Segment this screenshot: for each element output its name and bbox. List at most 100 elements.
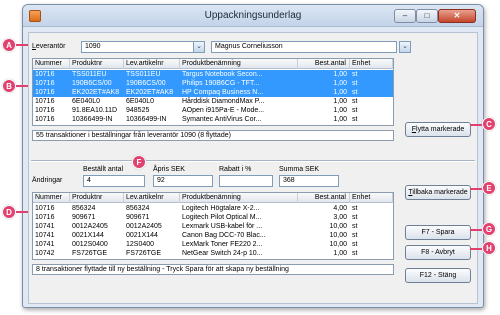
column-header[interactable]: Lev.artikelnr — [124, 59, 180, 69]
table-cell: 0021X144 — [126, 232, 158, 239]
table-row[interactable]: 10716 190B6CS/00 190B6CS/00 Philips 190B6CG… — [33, 79, 393, 88]
supplier-name-dropdown-icon[interactable]: ⌄ — [399, 41, 411, 53]
callout-line-g — [470, 229, 482, 231]
ordered-qty-field[interactable]: 4 — [83, 175, 145, 187]
column-header[interactable]: Best.antal — [298, 193, 350, 203]
supplier-code-field[interactable]: 1090 — [81, 41, 205, 53]
table-cell: 0012A2405 — [126, 223, 162, 230]
table-cell: 10716 — [35, 205, 55, 212]
table-cell: 10716 — [35, 80, 55, 87]
table-cell: st — [352, 89, 358, 96]
column-header[interactable]: Enhet — [350, 59, 393, 69]
column-header[interactable]: Produktbenämning — [180, 59, 298, 69]
table-row[interactable]: 10741 0021X144 0021X144 Canon Bag DCC-70 Bl… — [33, 231, 393, 240]
table-cell: Philips 190B6CG - TFT... — [182, 80, 260, 87]
table-cell: st — [352, 71, 358, 78]
table-cell: NetGear Switch 24-p 10... — [182, 250, 263, 257]
table-cell: 6E040L0 — [126, 98, 155, 105]
order-lines-grid[interactable]: Nummer Produktnr Lev.artikelnr Produktbe… — [32, 58, 394, 126]
table-cell: Logitech Pilot Optical M... — [182, 214, 262, 221]
callout-g-badge: G — [482, 222, 496, 236]
table-cell: TSS011EU — [72, 71, 107, 78]
sum-field[interactable]: 368 — [279, 175, 339, 187]
callout-line-a — [14, 44, 28, 46]
supplier-name-field[interactable]: Magnus Corneliusson — [211, 41, 397, 53]
table-row[interactable]: 10716 6E040L0 6E040L0 Hårddisk DiamondMax P… — [33, 97, 393, 106]
table-cell: st — [352, 205, 358, 212]
callout-line-b — [14, 85, 28, 87]
column-header[interactable]: Produktnr — [70, 59, 124, 69]
table-cell: st — [352, 223, 358, 230]
table-cell: 1,00 — [333, 80, 347, 87]
table-cell: Logitech Högtalare X-2... — [182, 205, 260, 212]
table-cell: 1,00 — [333, 116, 347, 123]
table-row[interactable]: 10741 0012A2405 0012A2405 Lexmark USB-kabel… — [33, 222, 393, 231]
save-button[interactable]: F7 - Spara — [405, 225, 471, 240]
client-area: Leverantör 1090 ⌄ Magnus Corneliusson ⌄ … — [28, 32, 478, 304]
table-cell: 10741 — [35, 232, 55, 239]
move-back-button[interactable]: Tillbaka markerade — [405, 185, 471, 200]
ordered-qty-label: Beställt antal — [83, 166, 124, 173]
column-header[interactable]: Produktbenämning — [180, 193, 298, 203]
table-cell: 10741 — [35, 223, 55, 230]
table-cell: st — [352, 80, 358, 87]
column-header[interactable]: Lev.artikelnr — [124, 193, 180, 203]
table-cell: 10,00 — [329, 232, 347, 239]
table-row[interactable]: 10716 909671 909671 Logitech Pilot Optical … — [33, 213, 393, 222]
column-header[interactable]: Produktnr — [70, 193, 124, 203]
column-header[interactable]: Enhet — [350, 193, 393, 203]
table-cell: Hårddisk DiamondMax P... — [182, 98, 265, 105]
table-cell: 190B6CS/00 — [72, 80, 112, 87]
new-order-grid[interactable]: Nummer Produktnr Lev.artikelnr Produktbe… — [32, 192, 394, 260]
section-divider — [31, 160, 475, 162]
callout-h-badge: H — [482, 241, 496, 255]
table-cell: 6E040L0 — [72, 98, 101, 105]
table-cell: LexMark Toner FE220 2... — [182, 241, 263, 248]
unit-price-field[interactable]: 92 — [153, 175, 213, 187]
table-cell: 10716 — [35, 89, 55, 96]
table-row[interactable]: 10716 856324 856324 Logitech Högtalare X-2.… — [33, 204, 393, 213]
move-selected-button[interactable]: Flytta markerade — [405, 122, 471, 137]
table-row[interactable]: 10716 TSS011EU TSS011EU Targus Notebook Sec… — [33, 70, 393, 79]
table-cell: 1,00 — [333, 250, 347, 257]
table-cell: FS726TGE — [126, 250, 162, 257]
table-cell: 909671 — [126, 214, 150, 221]
close-window-button[interactable]: ✕ — [438, 9, 476, 23]
table-cell: 948525 — [126, 107, 150, 114]
table-cell: HP Compaq Business N... — [182, 89, 264, 96]
supplier-label: Leverantör — [32, 43, 66, 50]
table-row[interactable]: 10716 EK202ET#AK8 EK202ET#AK8 HP Compaq Bus… — [33, 88, 393, 97]
table-row[interactable]: 10742 FS726TGE FS726TGE NetGear Switch 24-p… — [33, 249, 393, 258]
table-cell: Lexmark USB-kabel för ... — [182, 223, 263, 230]
column-header[interactable]: Nummer — [33, 193, 70, 203]
bottom-status-bar: 8 transaktioner flyttade till ny beställ… — [32, 264, 394, 275]
column-header[interactable]: Nummer — [33, 59, 70, 69]
grid-header: Nummer Produktnr Lev.artikelnr Produktbe… — [33, 193, 393, 203]
table-cell: 10716 — [35, 116, 55, 123]
close-button[interactable]: F12 - Stäng — [405, 268, 471, 283]
supplier-code-dropdown-icon[interactable]: ⌄ — [193, 41, 205, 53]
callout-e-badge: E — [482, 181, 496, 195]
table-row[interactable]: 10716 91.8EA10.11D 948525 AOpen i915Pa-E - … — [33, 106, 393, 115]
maximize-button[interactable]: □ — [416, 9, 438, 23]
minimize-button[interactable]: – — [394, 9, 416, 23]
table-cell: st — [352, 107, 358, 114]
table-cell: 1,00 — [333, 71, 347, 78]
discount-field[interactable] — [219, 175, 273, 187]
callout-a-badge: A — [2, 38, 16, 52]
table-cell: 10,00 — [329, 223, 347, 230]
table-cell: 856324 — [72, 205, 96, 212]
table-cell: 12S0400 — [126, 241, 155, 248]
table-cell: 10716 — [35, 71, 55, 78]
table-cell: st — [352, 214, 358, 221]
table-row[interactable]: 10741 0012S0400 12S0400 LexMark Toner FE220… — [33, 240, 393, 249]
table-row[interactable]: 10716 10366499-IN 10366499-IN Symantec Anti… — [33, 115, 393, 124]
table-cell: TSS011EU — [126, 71, 161, 78]
table-cell: 1,00 — [333, 107, 347, 114]
move-back-label: illbaka markerade — [412, 189, 468, 196]
table-cell: 1,00 — [333, 89, 347, 96]
table-cell: EK202ET#AK8 — [72, 89, 120, 96]
abort-button[interactable]: F8 - Avbryt — [405, 245, 471, 260]
table-cell: 190B6CS/00 — [126, 80, 166, 87]
column-header[interactable]: Best.antal — [298, 59, 350, 69]
